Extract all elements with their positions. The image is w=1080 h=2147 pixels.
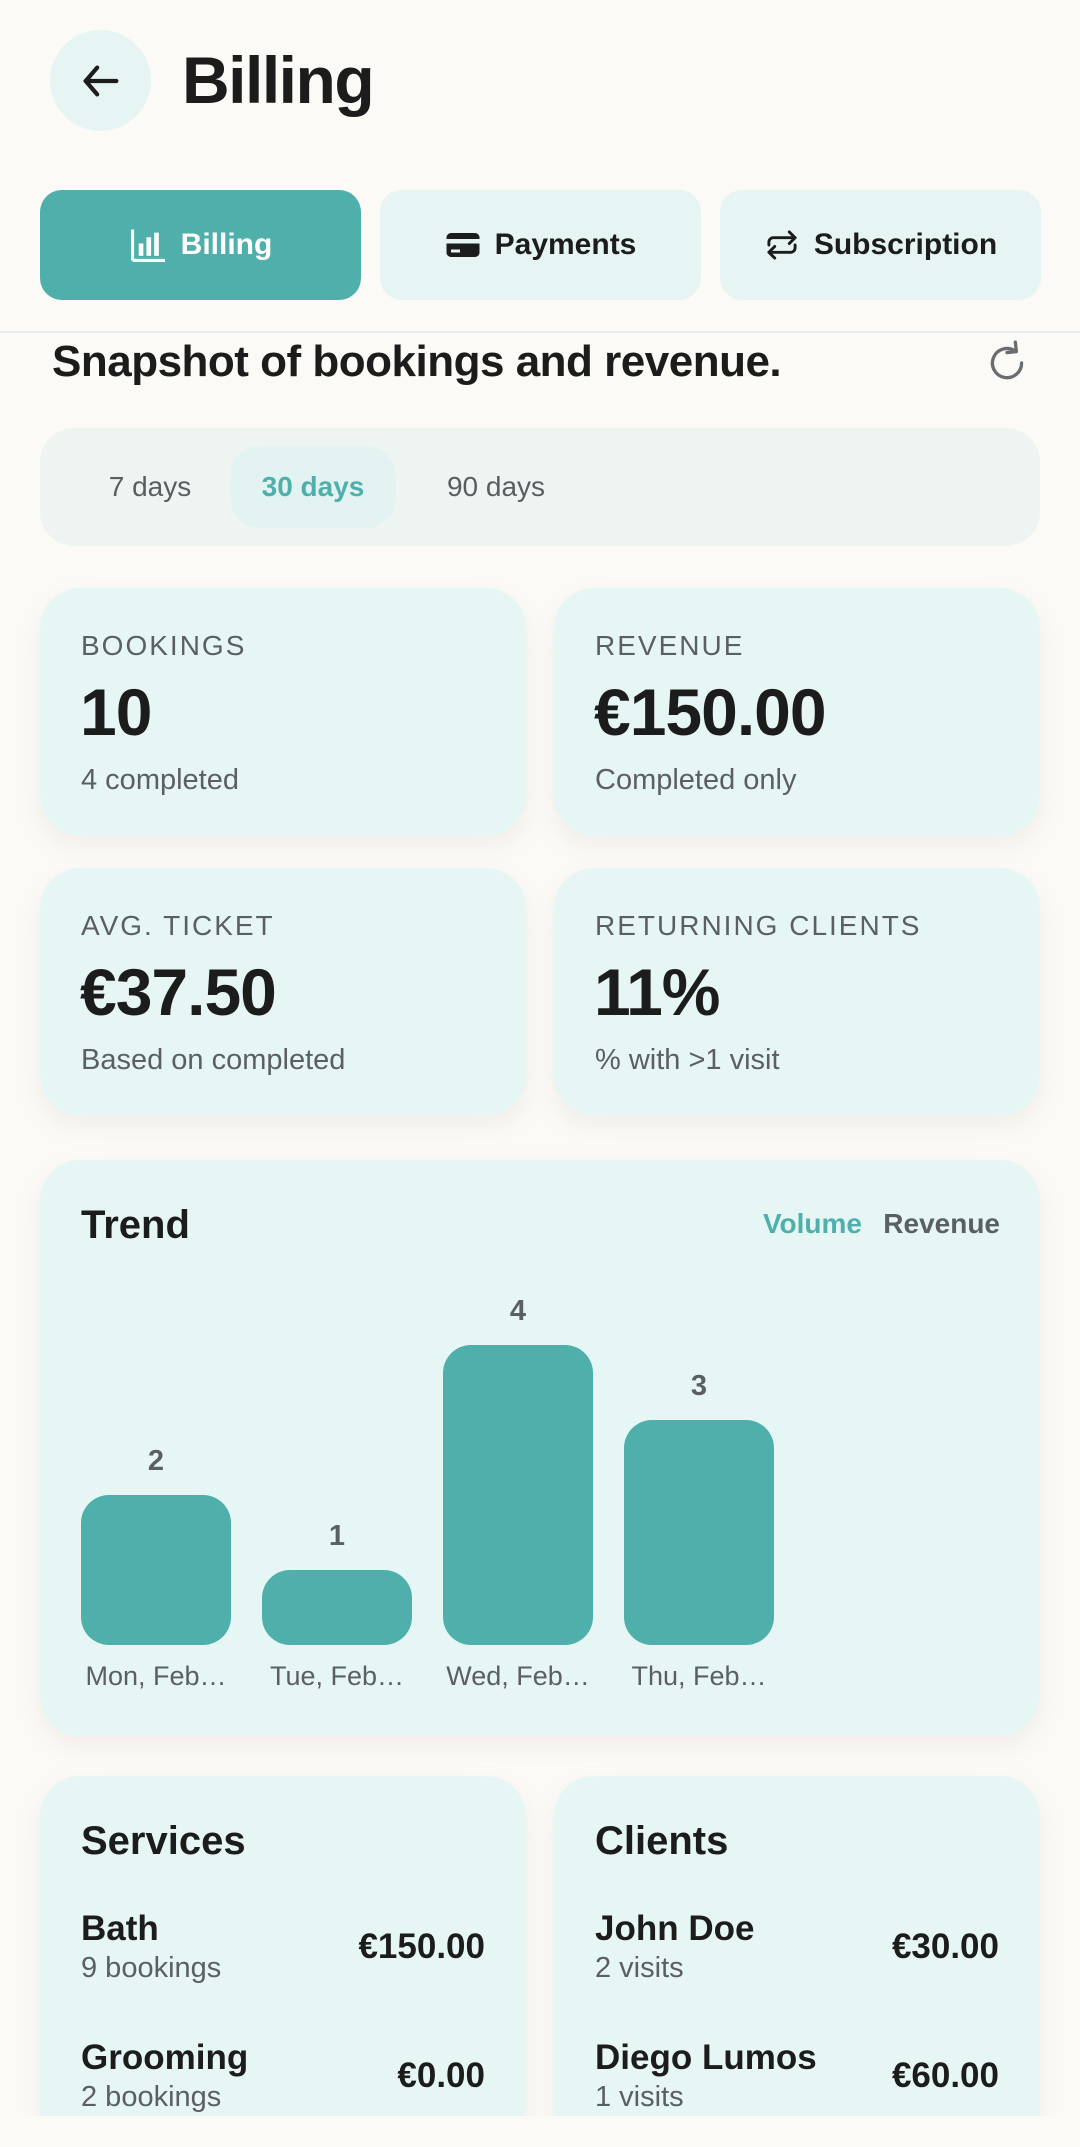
stat-subtext: Based on completed [81,1044,346,1076]
stat-label: BOOKINGS [81,630,247,661]
tab-label: Subscription [813,228,998,261]
stat-value: €150.00 [594,675,827,749]
back-button[interactable] [50,30,151,131]
tab-payments[interactable]: Payments [380,190,701,300]
bar-value-label: 2 [147,1445,165,1477]
section-title: Snapshot of bookings and revenue. [52,337,782,386]
range-7-days[interactable]: 7 days [80,446,220,528]
trend-bar[interactable] [443,1345,593,1645]
list-item[interactable]: Diego Lumos 1 visits €60.00 [595,2037,999,2117]
services-card: Services Bath 9 bookings €150.00 Groomin… [40,1776,526,2147]
stat-label: RETURNING CLIENTS [595,910,922,941]
clients-card: Clients John Doe 2 visits €30.00 Diego L… [554,1776,1040,2147]
tab-billing[interactable]: Billing [40,190,361,300]
bar-value-label: 3 [690,1370,708,1402]
tab-label: Payments [494,228,637,261]
bar-value-label: 4 [509,1295,527,1327]
service-name: Grooming [81,2038,249,2077]
trend-bar[interactable] [624,1420,774,1645]
list-item[interactable]: John Doe 2 visits €30.00 [595,1908,999,1988]
trend-bar[interactable] [262,1570,412,1645]
clients-title: Clients [595,1819,729,1863]
stat-card-avg-ticket: AVG. TICKET €37.50 Based on completed [40,868,526,1116]
bar-value-label: 1 [328,1520,346,1552]
header: Billing [0,0,1080,160]
trend-bar[interactable] [81,1495,231,1645]
repeat-icon [767,230,797,260]
service-bookings: 2 bookings [81,2081,222,2113]
client-name: Diego Lumos [595,2038,817,2077]
toggle-revenue[interactable]: Revenue [883,1208,1000,1240]
service-amount: €150.00 [358,1927,485,1966]
stat-subtext: Completed only [595,764,797,796]
stat-value: 11% [594,955,720,1029]
range-selector: 7 days 30 days 90 days [40,428,1040,546]
client-visits: 2 visits [595,1952,684,1984]
list-item[interactable]: Grooming 2 bookings €0.00 [81,2037,485,2117]
stat-card-revenue: REVENUE €150.00 Completed only [554,588,1040,836]
tab-bar: Billing Payments Subscription [40,190,1041,300]
bar-category-label: Tue, Feb… [269,1661,405,1691]
client-name: John Doe [595,1909,755,1948]
trend-title: Trend [81,1203,190,1247]
bottom-edge [0,2116,1080,2147]
service-name: Bath [81,1909,159,1948]
bar-category-label: Thu, Feb… [631,1661,767,1691]
service-amount: €0.00 [397,2056,485,2095]
bar-category-label: Mon, Feb… [85,1661,227,1691]
tab-subscription[interactable]: Subscription [720,190,1041,300]
service-bookings: 9 bookings [81,1952,222,1984]
range-90-days[interactable]: 90 days [416,446,576,528]
stat-value: €37.50 [80,955,277,1029]
trend-card: Trend Volume Revenue 2 Mon, Feb… 1 Tue, Feb… [40,1160,1040,1736]
client-visits: 1 visits [595,2081,684,2113]
stat-subtext: 4 completed [81,764,239,796]
stat-subtext: % with >1 visit [595,1044,780,1076]
bar-chart-icon [130,229,165,262]
stat-value: 10 [80,675,152,749]
divider [0,331,1080,333]
toggle-volume[interactable]: Volume [763,1208,862,1240]
stat-label: AVG. TICKET [81,910,275,941]
stat-card-bookings: BOOKINGS 10 4 completed [40,588,526,836]
services-title: Services [81,1819,246,1863]
client-amount: €60.00 [891,2056,999,2095]
list-item[interactable]: Bath 9 bookings €150.00 [81,1908,485,1988]
client-amount: €30.00 [891,1927,999,1966]
page-title: Billing [182,43,375,117]
card-icon [446,233,480,257]
stat-card-returning-clients: RETURNING CLIENTS 11% % with >1 visit [554,868,1040,1116]
range-30-days[interactable]: 30 days [230,446,396,528]
refresh-icon[interactable] [982,338,1032,388]
arrow-left-icon [83,64,118,97]
tab-label: Billing [180,228,273,261]
stat-label: REVENUE [595,630,745,661]
bar-category-label: Wed, Feb… [446,1661,590,1691]
